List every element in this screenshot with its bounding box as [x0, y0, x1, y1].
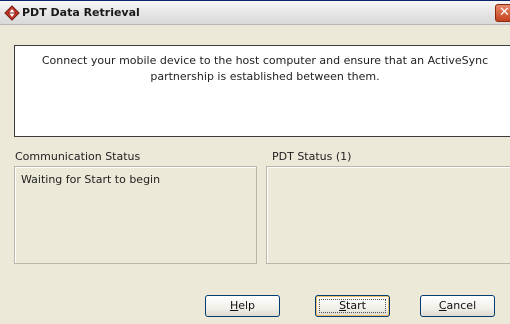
dialog-window: PDT Data Retrieval ✕ Connect your mobile…: [0, 0, 510, 324]
close-icon: ✕: [499, 5, 510, 20]
close-button[interactable]: ✕: [495, 4, 510, 22]
cancel-mnemonic: C: [438, 299, 447, 312]
instruction-box: Connect your mobile device to the host c…: [14, 45, 510, 137]
help-label: elp: [238, 299, 256, 312]
start-button[interactable]: Start: [315, 295, 390, 317]
communication-status-text: Waiting for Start to begin: [21, 173, 161, 186]
title-bar[interactable]: PDT Data Retrieval ✕: [0, 1, 510, 25]
instruction-line-1: Connect your mobile device to the host c…: [41, 54, 489, 67]
cancel-label: ancel: [446, 299, 477, 312]
instruction-text: Connect your mobile device to the host c…: [35, 53, 495, 85]
pdt-status-label: PDT Status (1): [272, 150, 352, 163]
communication-status-panel: Waiting for Start to begin: [14, 166, 257, 264]
help-button[interactable]: Help: [205, 295, 280, 317]
pdt-status-panel: [266, 166, 510, 264]
focus-rectangle: [319, 299, 386, 313]
dialog-client-area: Connect your mobile device to the host c…: [0, 25, 510, 324]
instruction-line-2: partnership is established between them.: [150, 70, 380, 83]
communication-status-label: Communication Status: [15, 150, 141, 163]
window-title: PDT Data Retrieval: [22, 6, 140, 19]
diamond-arrows-icon: [4, 5, 20, 21]
help-mnemonic: H: [229, 299, 239, 312]
cancel-button[interactable]: Cancel: [420, 295, 495, 317]
